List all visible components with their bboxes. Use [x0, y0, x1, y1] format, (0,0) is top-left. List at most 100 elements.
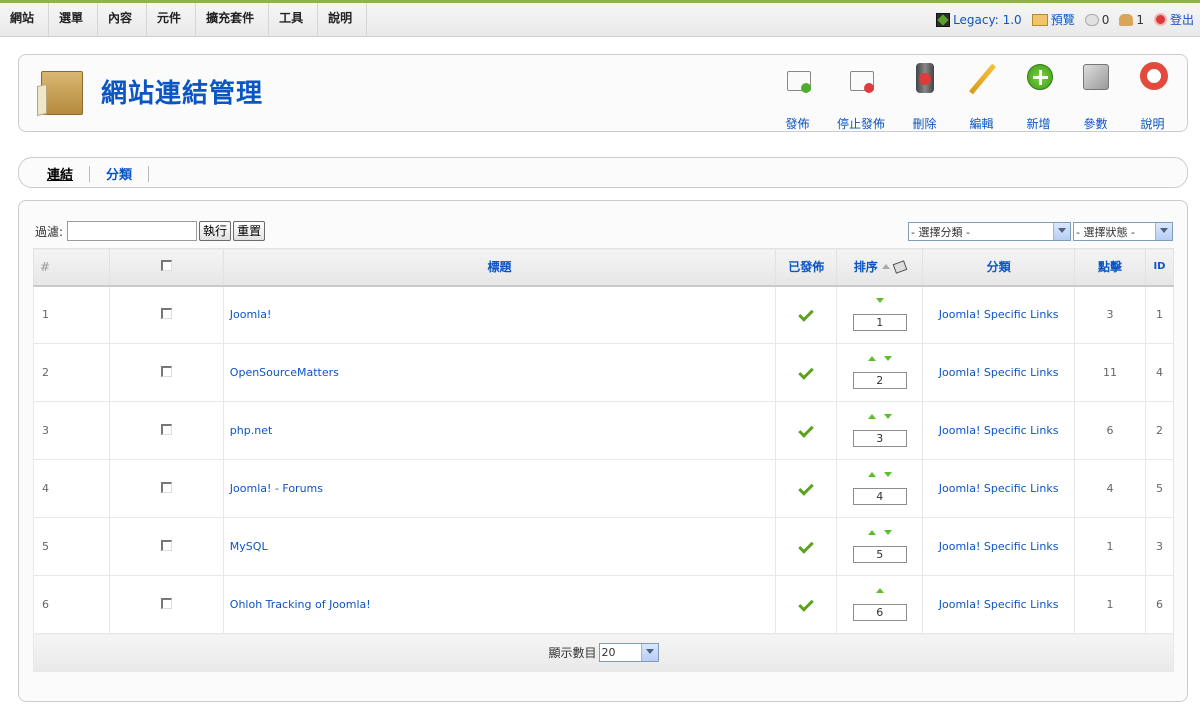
category-select[interactable]: - 選擇分類 - — [908, 222, 1071, 241]
move-down-icon[interactable] — [883, 530, 892, 535]
order-input[interactable]: 1 — [852, 314, 907, 332]
published-check-icon[interactable] — [798, 538, 815, 554]
col-published[interactable]: 已發佈 — [775, 248, 838, 287]
move-up-icon[interactable] — [867, 530, 876, 535]
legacy-label: Legacy: 1.0 — [953, 12, 1022, 27]
row-title-link[interactable]: Joomla! — [222, 285, 777, 344]
unpublish-button[interactable]: 停止發佈 — [826, 61, 896, 132]
menu-help[interactable]: 說明 — [318, 3, 368, 36]
menu-site[interactable]: 網站 — [0, 3, 50, 36]
published-check-icon[interactable] — [798, 480, 815, 496]
row-id: 5 — [1144, 459, 1175, 518]
row-id: 4 — [1144, 343, 1175, 402]
order-input[interactable]: 5 — [852, 546, 907, 563]
col-category[interactable]: 分類 — [922, 248, 1076, 287]
table-row: 3 php.net 3 Joomla! Specific Links 6 2 — [33, 401, 1175, 460]
plus-icon — [1022, 61, 1056, 95]
menu-extensions[interactable]: 擴充套件 — [196, 3, 270, 36]
lifebuoy-icon — [1136, 61, 1170, 95]
save-order-icon[interactable] — [892, 259, 908, 274]
submenu-panel: 連結 分類 — [18, 157, 1188, 188]
preview-link[interactable]: 預覽 — [1031, 11, 1075, 28]
order-arrows — [837, 472, 922, 486]
toolbar-actions: 發佈 停止發佈 刪除 編輯 新增 參數 說明 — [769, 61, 1181, 132]
table-row: 1 Joomla! 1 Joomla! Specific Links 3 1 — [33, 285, 1175, 344]
row-checkbox[interactable] — [160, 481, 172, 493]
menu-tools[interactable]: 工具 — [269, 3, 319, 36]
row-checkbox[interactable] — [160, 307, 172, 319]
col-id[interactable]: ID — [1144, 248, 1175, 287]
row-title-link[interactable]: Joomla! - Forums — [222, 459, 777, 518]
row-title-link[interactable]: OpenSourceMatters — [222, 343, 777, 402]
filter-input[interactable] — [67, 221, 198, 241]
published-check-icon[interactable] — [798, 364, 815, 380]
col-title[interactable]: 標題 — [222, 248, 777, 287]
row-category-link[interactable]: Joomla! Specific Links — [922, 401, 1076, 460]
state-select[interactable]: - 選擇狀態 - — [1073, 222, 1173, 241]
publish-button[interactable]: 發佈 — [769, 61, 826, 132]
published-check-icon[interactable] — [798, 422, 815, 438]
order-input[interactable]: 4 — [852, 488, 907, 505]
row-title-link[interactable]: Ohloh Tracking of Joomla! — [222, 575, 777, 634]
row-category-link[interactable]: Joomla! Specific Links — [922, 459, 1076, 518]
filter-selects: - 選擇分類 - - 選擇狀態 - — [908, 222, 1173, 241]
move-down-icon[interactable] — [883, 414, 892, 419]
row-category-link[interactable]: Joomla! Specific Links — [922, 575, 1076, 634]
move-up-icon[interactable] — [867, 472, 876, 477]
top-menu-bar: 網站 選單 內容 元件 擴充套件 工具 說明 Legacy: 1.0 預覽 0 … — [0, 0, 1200, 37]
row-title-link[interactable]: MySQL — [222, 517, 777, 576]
reset-button[interactable]: 重置 — [233, 221, 266, 241]
submenu-categories[interactable]: 分類 — [90, 164, 148, 183]
row-category-link[interactable]: Joomla! Specific Links — [922, 285, 1076, 344]
go-button[interactable]: 執行 — [199, 221, 232, 241]
published-check-icon[interactable] — [798, 306, 815, 323]
submenu-divider — [148, 165, 150, 182]
menu-content[interactable]: 內容 — [98, 3, 148, 36]
col-order[interactable]: 排序 — [836, 248, 924, 287]
order-input[interactable]: 6 — [852, 604, 907, 621]
move-up-icon[interactable] — [867, 356, 876, 361]
row-title-link[interactable]: php.net — [222, 401, 777, 460]
edit-button[interactable]: 編輯 — [953, 61, 1010, 132]
row-checkbox[interactable] — [160, 597, 172, 609]
published-check-icon[interactable] — [798, 596, 815, 612]
pencil-icon — [965, 61, 999, 95]
category-select-value: - 選擇分類 - — [911, 225, 970, 239]
row-checkbox[interactable] — [160, 423, 172, 435]
row-checkbox[interactable] — [160, 365, 172, 377]
order-input[interactable]: 3 — [852, 430, 907, 447]
help-button[interactable]: 說明 — [1124, 61, 1181, 132]
menu-menus[interactable]: 選單 — [49, 3, 99, 36]
messages-link[interactable]: 0 — [1084, 13, 1109, 27]
users-link[interactable]: 1 — [1119, 13, 1144, 27]
legacy-icon — [936, 12, 951, 27]
row-hits: 3 — [1074, 285, 1146, 344]
new-button[interactable]: 新增 — [1010, 61, 1067, 132]
params-button[interactable]: 參數 — [1067, 61, 1124, 132]
tools-icon — [1079, 61, 1113, 95]
row-checkbox[interactable] — [160, 539, 172, 551]
col-num: # — [33, 248, 110, 287]
row-category-link[interactable]: Joomla! Specific Links — [922, 517, 1076, 576]
delete-button[interactable]: 刪除 — [896, 61, 953, 132]
move-down-icon[interactable] — [883, 356, 892, 361]
limit-select[interactable]: 20 — [598, 643, 659, 662]
messages-icon — [1084, 13, 1099, 26]
submenu: 連結 分類 — [47, 164, 150, 183]
publish-label: 發佈 — [785, 117, 810, 131]
move-down-icon[interactable] — [883, 472, 892, 477]
row-num: 6 — [33, 575, 110, 634]
logout-link[interactable]: 登出 — [1153, 11, 1194, 28]
move-up-icon[interactable] — [867, 414, 876, 419]
table-row: 6 Ohloh Tracking of Joomla! 6 Joomla! Sp… — [33, 575, 1175, 634]
delete-label: 刪除 — [912, 117, 937, 131]
menu-components[interactable]: 元件 — [147, 3, 197, 36]
move-down-icon[interactable] — [875, 298, 884, 304]
col-hits[interactable]: 點擊 — [1074, 248, 1146, 287]
move-up-icon[interactable] — [875, 588, 884, 593]
submenu-links[interactable]: 連結 — [47, 164, 89, 183]
order-input[interactable]: 2 — [852, 372, 907, 389]
row-category-link[interactable]: Joomla! Specific Links — [922, 343, 1076, 402]
check-all-checkbox[interactable] — [160, 259, 172, 271]
preview-label: 預覽 — [1050, 13, 1075, 27]
